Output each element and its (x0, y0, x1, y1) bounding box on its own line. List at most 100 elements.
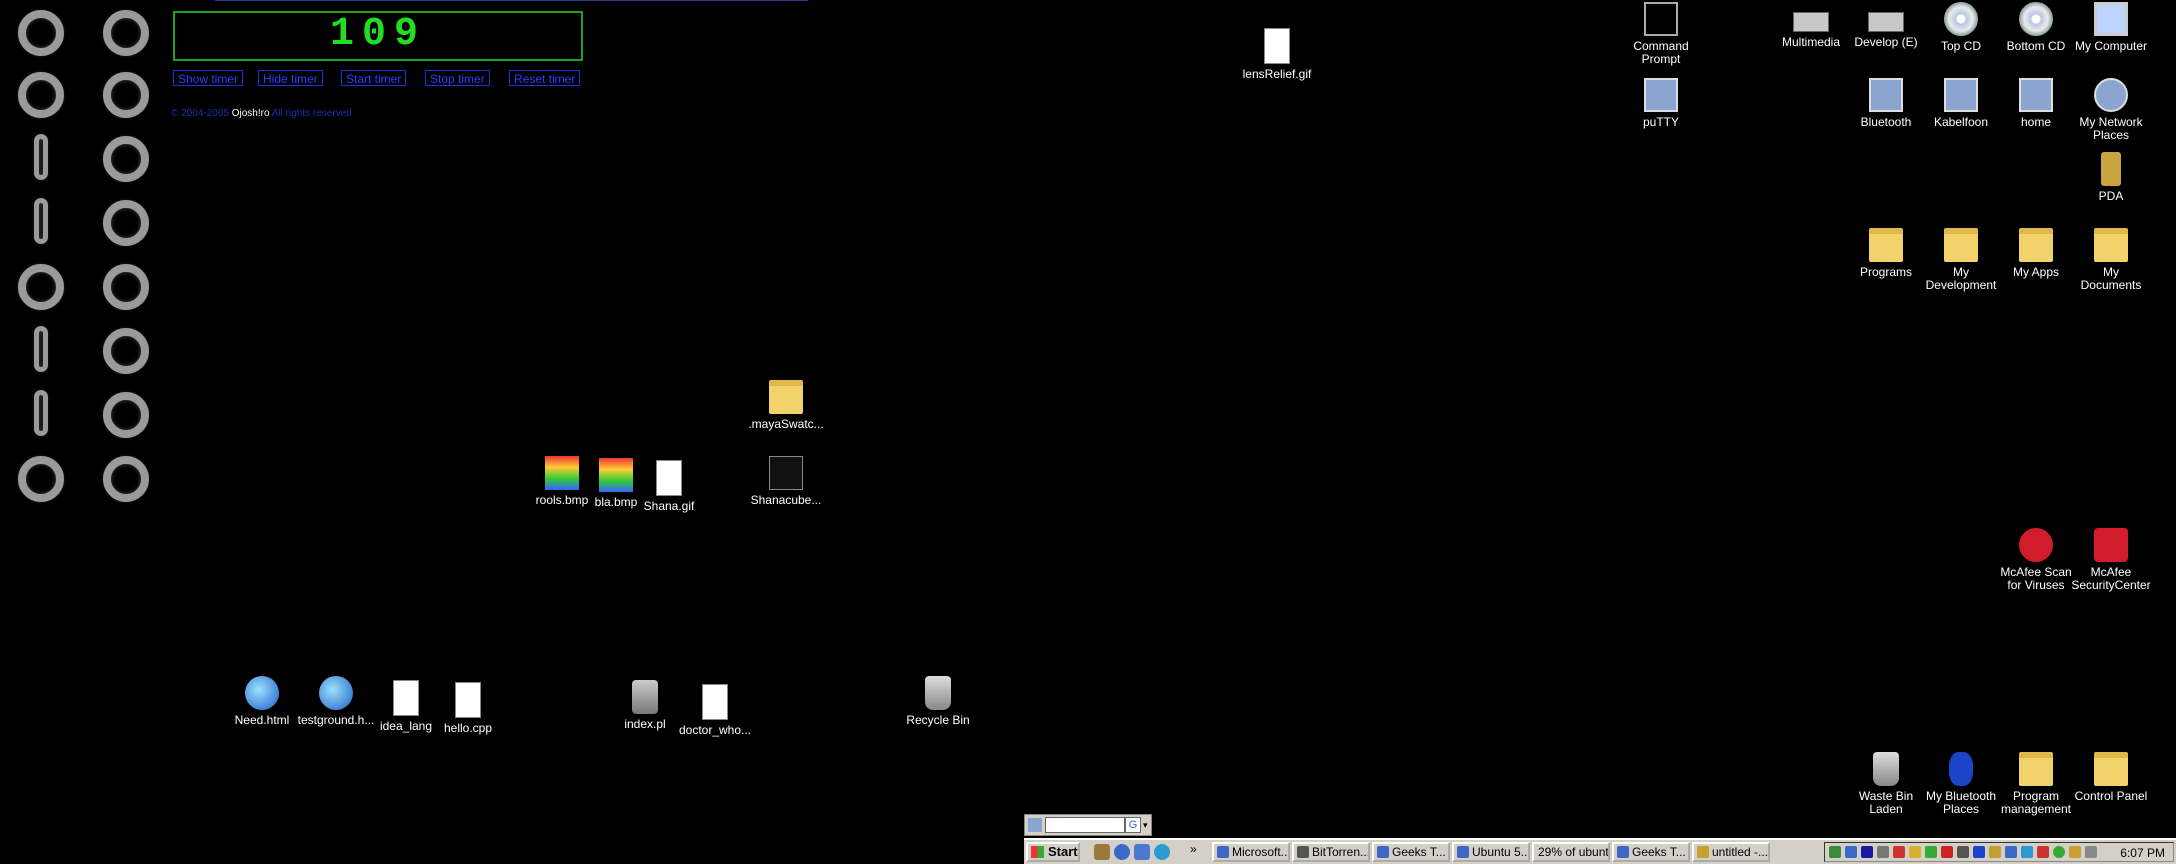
google-search-button[interactable]: G (1125, 817, 1141, 833)
desktop-icon-doctor-who[interactable]: doctor_who... (675, 684, 755, 737)
desktop-icon-testground-html[interactable]: testground.h... (296, 676, 376, 727)
tray-icon[interactable] (1893, 846, 1905, 858)
task-button-geeks-2[interactable]: Geeks T... (1612, 842, 1690, 862)
desktop-icon-program-management[interactable]: Program management (1996, 752, 2076, 816)
clock-ring (103, 10, 149, 56)
desktop-icon-mayaswatches[interactable]: .mayaSwatc... (746, 380, 826, 431)
mcafee-security-icon (2094, 528, 2128, 562)
desktop-icon-my-development[interactable]: My Development (1921, 228, 2001, 292)
desktop-icon-hello-cpp[interactable]: hello.cpp (428, 682, 508, 735)
desktop-icon-mcafee-scan[interactable]: McAfee Scan for Viruses (1996, 528, 2076, 592)
tray-icon[interactable] (1909, 846, 1921, 858)
start-button[interactable]: Start (1026, 842, 1080, 862)
task-button-microsoft[interactable]: Microsoft... (1212, 842, 1290, 862)
desktop-icon-command-prompt[interactable]: Command Prompt (1621, 2, 1701, 66)
document-icon (393, 680, 419, 716)
desktop-icon-need-html[interactable]: Need.html (222, 676, 302, 727)
desktop-icon-waste-bin-laden[interactable]: Waste Bin Laden (1846, 752, 1926, 816)
clock-ring (103, 200, 149, 246)
tray-icon[interactable] (1861, 846, 1873, 858)
deskbar-grip-icon[interactable] (1028, 818, 1042, 832)
clock-ring (103, 328, 149, 374)
app-icon (1297, 846, 1309, 858)
quicklaunch-outlook-icon[interactable] (1134, 844, 1150, 860)
cd-drive-icon (2019, 2, 2053, 36)
tray-icon[interactable] (1845, 846, 1857, 858)
bmp-image-icon (545, 456, 579, 490)
desktop-icon-top-cd[interactable]: Top CD (1921, 2, 2001, 53)
task-button-download-progress[interactable]: 29% of ubunt... (1532, 842, 1610, 862)
tray-icon[interactable] (2069, 846, 2081, 858)
desktop-icon-programs[interactable]: Programs (1846, 228, 1926, 279)
chevron-down-icon[interactable]: ▾ (1143, 820, 1148, 831)
quicklaunch-icon[interactable] (1094, 844, 1110, 860)
task-button-geeks-1[interactable]: Geeks T... (1372, 842, 1450, 862)
app-icon (1697, 846, 1709, 858)
desktop-icon-multimedia[interactable]: Multimedia (1771, 2, 1851, 49)
control-panel-icon (2094, 752, 2128, 786)
tray-icon[interactable] (2085, 846, 2097, 858)
desktop-icon-my-documents[interactable]: My Documents (2071, 228, 2151, 292)
task-button-ubuntu[interactable]: Ubuntu 5... (1452, 842, 1530, 862)
windows-logo-icon (1031, 846, 1044, 858)
hide-timer-button[interactable]: Hide timer (258, 70, 323, 86)
quicklaunch-browser-icon[interactable] (1154, 844, 1170, 860)
tray-icon[interactable] (1957, 846, 1969, 858)
task-button-bittorrent[interactable]: BitTorren... (1292, 842, 1370, 862)
desktop-icon-kabelfoon[interactable]: Kabelfoon (1921, 78, 2001, 129)
folder-icon (1944, 228, 1978, 262)
putty-icon (1644, 78, 1678, 112)
task-button-untitled[interactable]: untitled -... (1692, 842, 1770, 862)
stop-timer-button[interactable]: Stop timer (425, 70, 490, 86)
desktop-icon-my-bluetooth-places[interactable]: My Bluetooth Places (1921, 752, 2001, 816)
tray-icon[interactable] (1925, 846, 1937, 858)
desktop-icon-pda[interactable]: PDA (2071, 152, 2151, 203)
network-tray-icon[interactable] (2005, 846, 2017, 858)
clock-ring (18, 264, 64, 310)
desktop-icon-shanacube[interactable]: Shanacube... (746, 456, 826, 507)
desktop-icon-my-network-places[interactable]: My Network Places (2071, 78, 2151, 142)
network-drive-icon (2019, 78, 2053, 112)
system-tray: 6:07 PM (1824, 842, 2174, 862)
tray-icon[interactable] (1829, 846, 1841, 858)
network-places-icon (2094, 78, 2128, 112)
google-deskbar: G ▾ (1024, 814, 1152, 836)
clock-ring (18, 456, 64, 502)
desktop-icon-my-apps[interactable]: My Apps (1996, 228, 2076, 279)
desktop-icon-index-pl[interactable]: index.pl (605, 680, 685, 731)
bluetooth-tray-icon[interactable] (1973, 846, 1985, 858)
folder-icon (2019, 228, 2053, 262)
volume-icon[interactable] (1877, 846, 1889, 858)
show-timer-button[interactable]: Show timer (173, 70, 244, 86)
taskbar-clock[interactable]: 6:07 PM (2120, 845, 2165, 861)
timer-top-line (215, 0, 808, 1)
pda-icon (2101, 152, 2121, 186)
mcafee-tray-icon[interactable] (1941, 846, 1953, 858)
command-prompt-icon (1644, 2, 1678, 36)
desktop-icon-bottom-cd[interactable]: Bottom CD (1996, 2, 2076, 53)
desktop-icon-my-computer[interactable]: My Computer (2071, 2, 2151, 53)
copyright-author-link[interactable]: Ojosh!ro (232, 108, 270, 119)
clock-ring (34, 198, 48, 244)
google-search-input[interactable] (1045, 817, 1125, 833)
desktop-icon-mcafee-securitycenter[interactable]: McAfee SecurityCenter (2071, 528, 2151, 592)
desktop-icon-home[interactable]: home (1996, 78, 2076, 129)
quicklaunch-ie-icon[interactable] (1114, 844, 1130, 860)
desktop-icon-shana-gif[interactable]: Shana.gif (629, 460, 709, 513)
start-timer-button[interactable]: Start timer (341, 70, 407, 86)
clock-ring (18, 10, 64, 56)
tray-icon[interactable] (1989, 846, 2001, 858)
tray-icon[interactable] (2053, 846, 2065, 858)
app-icon (1457, 846, 1469, 858)
desktop-icon-develop-e[interactable]: Develop (E) (1846, 2, 1926, 49)
tray-icon[interactable] (2021, 846, 2033, 858)
desktop-icon-recycle-bin[interactable]: Recycle Bin (898, 676, 978, 727)
desktop-icon-bluetooth[interactable]: Bluetooth (1846, 78, 1926, 129)
network-drive-icon (1944, 78, 1978, 112)
desktop-icon-control-panel[interactable]: Control Panel (2071, 752, 2151, 803)
quicklaunch-more-button[interactable]: » (1190, 842, 1197, 856)
desktop-icon-lensrelief[interactable]: lensRelief.gif (1237, 28, 1317, 81)
reset-timer-button[interactable]: Reset timer (509, 70, 581, 86)
tray-icon[interactable] (2037, 846, 2049, 858)
desktop-icon-putty[interactable]: puTTY (1621, 78, 1701, 129)
